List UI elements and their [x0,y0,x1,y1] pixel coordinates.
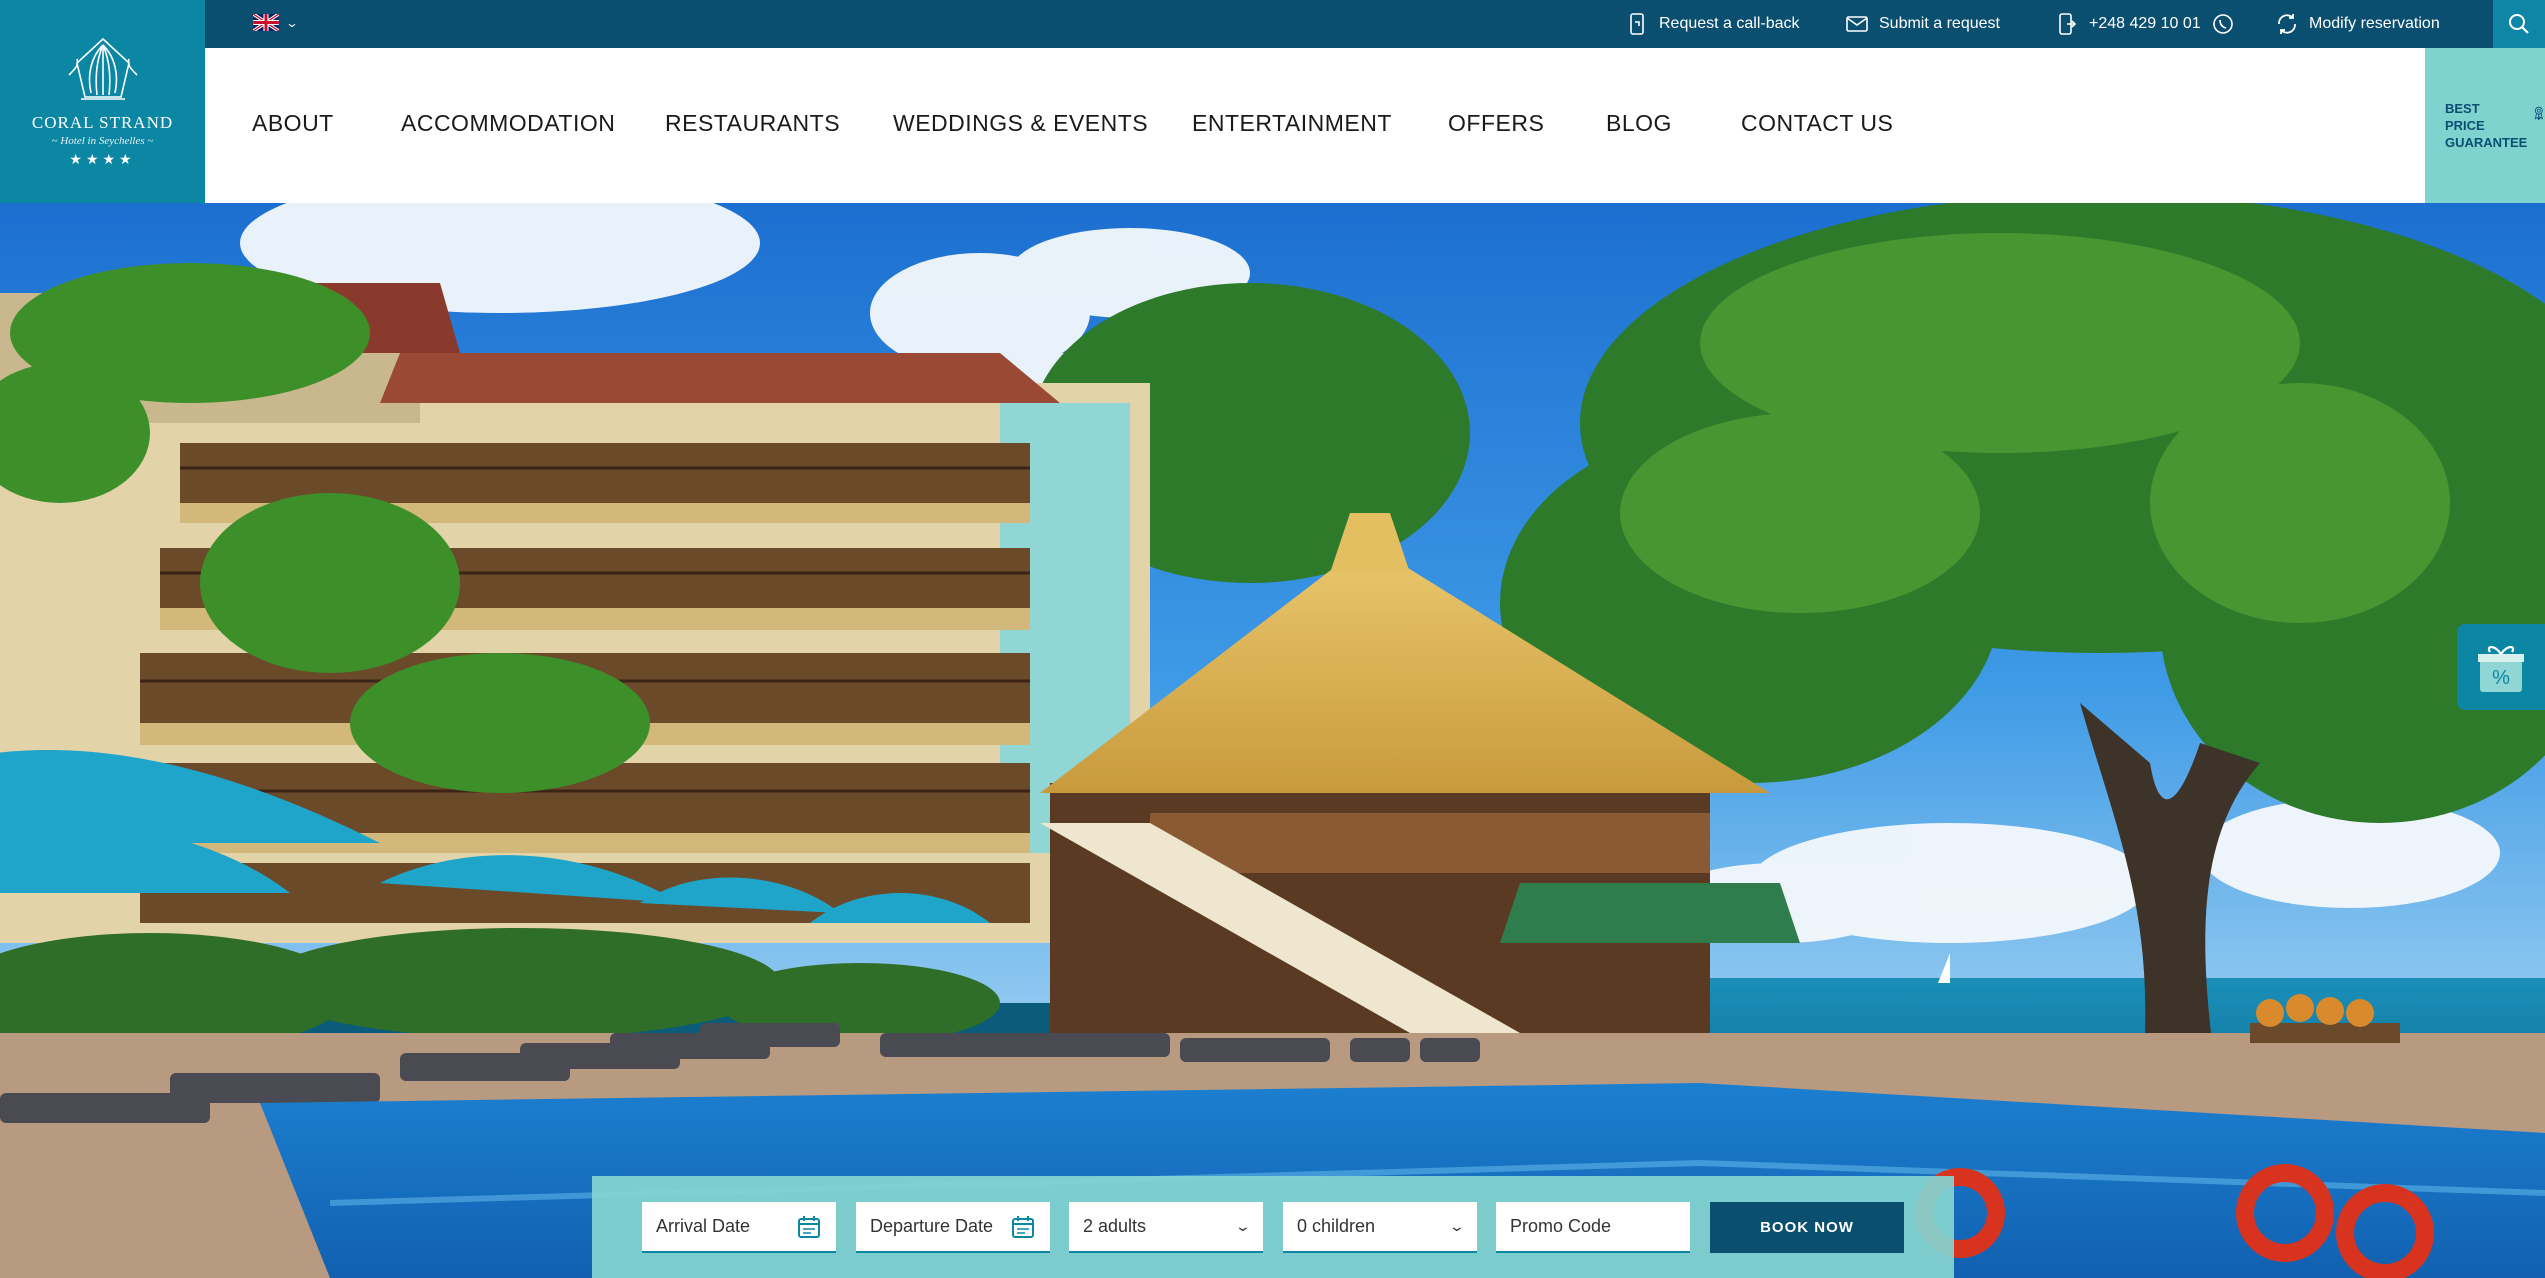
svg-text:%: % [2492,667,2510,689]
mobile-phone-icon [2059,13,2077,35]
adults-select[interactable]: 2 adults ⌄ [1069,1202,1263,1253]
shell-emblem-icon [67,37,138,100]
hero-image [0,203,2545,1278]
search-icon [2509,14,2529,34]
phone-link[interactable]: +248 429 10 01 [2055,12,2235,36]
hotel-logo[interactable]: CORAL STRAND ~ Hotel in Seychelles ~ ★★★… [0,0,205,203]
nav-item-accommodation[interactable]: ACCOMMODATION [401,110,615,137]
guarantee-line-2: PRICE [2445,118,2485,133]
book-now-button[interactable]: BOOK NOW [1710,1202,1904,1253]
best-price-guarantee-badge[interactable]: BEST PRICE GUARANTEE [2425,48,2545,203]
arrival-date-placeholder: Arrival Date [656,1216,751,1236]
children-select[interactable]: 0 children ⌄ [1283,1202,1477,1253]
guarantee-line-3: GUARANTEE [2445,135,2528,150]
promo-code-input[interactable]: Promo Code [1496,1202,1690,1253]
main-navigation: ABOUT ACCOMMODATION RESTAURANTS WEDDINGS… [205,48,2425,203]
special-offer-tab[interactable]: % [2457,624,2545,710]
nav-item-about[interactable]: ABOUT [252,110,334,137]
modify-reservation-label: Modify reservation [2309,15,2440,32]
phone-callback-icon [1630,13,1644,35]
request-callback-link[interactable]: Request a call-back [1625,12,1800,36]
nav-item-contact-us[interactable]: CONTACT US [1741,110,1893,137]
nav-item-blog[interactable]: BLOG [1606,110,1672,137]
refresh-icon [2278,14,2296,34]
uk-flag-icon [253,14,279,31]
chevron-down-icon: ⌄ [285,15,299,30]
arrival-date-field[interactable]: Arrival Date [642,1202,836,1253]
submit-request-link[interactable]: Submit a request [1845,12,2000,36]
promo-code-placeholder: Promo Code [1510,1216,1612,1236]
top-utility-bar: ⌄ Request a call-back Submit a request +… [205,0,2545,48]
search-button[interactable] [2493,0,2545,48]
hotel-subtitle: ~ Hotel in Seychelles ~ [51,135,154,147]
nav-item-offers[interactable]: OFFERS [1448,110,1544,137]
phone-number: +248 429 10 01 [2089,15,2201,32]
chevron-down-icon: ⌄ [1234,1218,1252,1234]
booking-bar: Arrival Date Departure Date 2 adults ⌄ 0… [592,1176,1954,1278]
guarantee-line-1: BEST [2445,101,2480,116]
award-ribbon-icon [2535,106,2544,120]
hotel-poolside-photo [0,203,2545,1278]
envelope-icon [1846,16,1868,32]
adults-value: 2 adults [1083,1216,1147,1236]
calendar-icon [1012,1215,1034,1238]
nav-item-entertainment[interactable]: ENTERTAINMENT [1192,110,1392,137]
submit-request-label: Submit a request [1879,15,2000,32]
nav-item-restaurants[interactable]: RESTAURANTS [665,110,840,137]
whatsapp-icon[interactable] [2211,12,2235,36]
gift-discount-icon: % [2478,645,2524,692]
departure-date-field[interactable]: Departure Date [856,1202,1050,1253]
request-callback-label: Request a call-back [1659,15,1800,32]
departure-date-placeholder: Departure Date [870,1216,994,1236]
chevron-down-icon: ⌄ [1448,1218,1466,1234]
calendar-icon [798,1215,820,1238]
language-selector[interactable]: ⌄ [253,14,299,31]
hotel-stars: ★★★★ [69,151,136,167]
children-value: 0 children [1297,1216,1376,1236]
hotel-name: CORAL STRAND [31,113,174,132]
modify-reservation-link[interactable]: Modify reservation [2275,12,2440,36]
nav-item-weddings-events[interactable]: WEDDINGS & EVENTS [893,110,1148,137]
